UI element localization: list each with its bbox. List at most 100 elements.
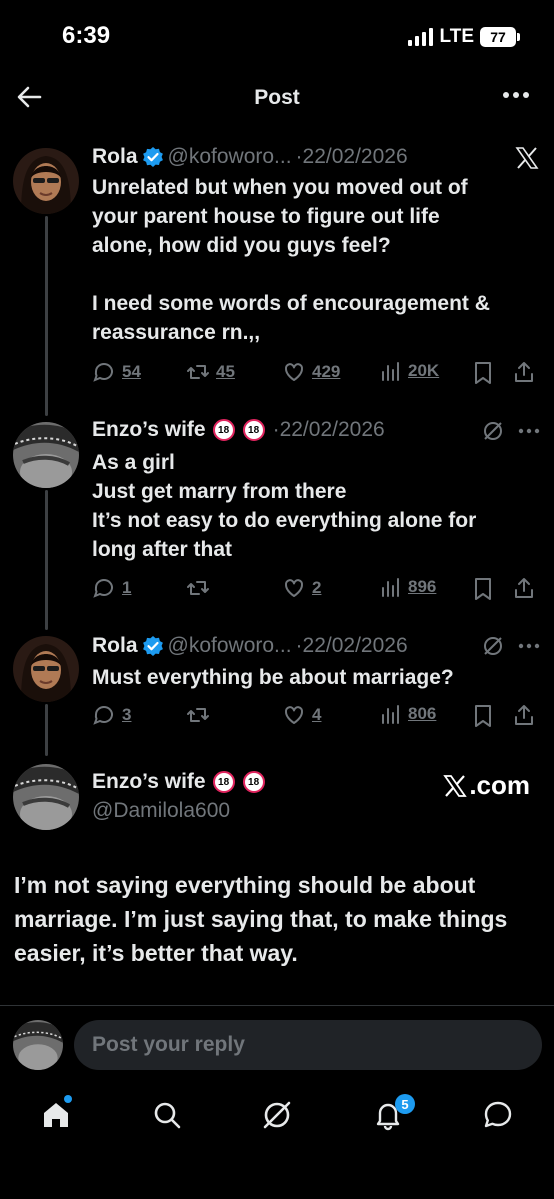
repost-button[interactable] [186, 576, 216, 600]
post-header: Rola @kofoworo... ·22/02/2026 [92, 634, 408, 658]
thread-line [45, 216, 48, 416]
like-count: 429 [312, 362, 341, 381]
messages-icon[interactable] [482, 1099, 514, 1131]
avatar[interactable] [13, 636, 79, 702]
share-icon[interactable] [512, 576, 536, 600]
reply-count: 3 [122, 705, 132, 724]
thread-line [45, 490, 48, 630]
post-header: Rola @kofoworo... ·22/02/2026 [92, 145, 408, 169]
reply-icon [93, 363, 113, 382]
views-button[interactable]: 20K [380, 360, 439, 382]
notifications-count: 5 [401, 1096, 409, 1112]
battery-icon: 77 [480, 27, 520, 47]
reply-placeholder: Post your reply [92, 1033, 245, 1056]
heart-icon [284, 363, 304, 381]
thread-line [45, 704, 48, 756]
more-options-icon[interactable] [502, 90, 530, 100]
age-18-badge-icon: 18 [242, 419, 265, 441]
views-count: 896 [408, 577, 437, 596]
post-date: ·22/02/2026 [272, 418, 385, 441]
post-header: Enzo’s wife 18 18 ·22/02/2026 [92, 418, 385, 442]
avatar[interactable] [13, 764, 79, 830]
author-name[interactable]: Enzo’s wife [92, 770, 206, 794]
page-title: Post [254, 86, 300, 109]
main-post-header: Enzo’s wife 18 18 [92, 770, 265, 794]
views-count: 20K [408, 361, 440, 380]
share-icon[interactable] [512, 703, 536, 727]
reply-count: 54 [122, 362, 141, 381]
main-post-text: I’m not saying everything should be abou… [14, 872, 508, 966]
avatar [13, 1020, 63, 1070]
reply-icon [93, 579, 113, 598]
age-18-badge-icon: 18 [212, 419, 235, 441]
reply-icon [93, 706, 113, 725]
network-label: LTE [439, 26, 474, 47]
author-name[interactable]: Rola [92, 145, 138, 169]
reply-input[interactable]: Post your reply [74, 1020, 542, 1070]
x-logo-icon [515, 147, 539, 169]
more-options-icon[interactable] [518, 428, 540, 434]
heart-icon [284, 706, 304, 724]
author-name[interactable]: Rola [92, 634, 138, 658]
post-text: Unrelated but when you moved out of your… [92, 176, 490, 344]
repost-button[interactable]: 45 [186, 360, 235, 384]
post-actions: 1 2 896 [92, 576, 542, 602]
views-icon [382, 578, 399, 597]
notifications-badge: 5 [395, 1094, 415, 1114]
grok-icon[interactable] [261, 1099, 293, 1131]
author-name[interactable]: Enzo’s wife [92, 418, 206, 442]
post-date: ·22/02/2026 [295, 634, 408, 657]
repost-count: 45 [216, 362, 235, 381]
avatar[interactable] [13, 148, 79, 214]
search-icon[interactable] [151, 1099, 183, 1131]
views-icon [382, 362, 399, 381]
post-actions: 54 45 429 20K [92, 360, 542, 386]
repost-icon [187, 708, 209, 722]
grok-icon[interactable] [482, 420, 504, 442]
like-button[interactable]: 4 [282, 703, 321, 727]
repost-icon [187, 581, 209, 595]
age-18-badge-icon: 18 [242, 771, 265, 793]
home-notification-dot [64, 1095, 72, 1103]
reply-button[interactable]: 3 [92, 703, 131, 727]
age-18-badge-icon: 18 [212, 771, 235, 793]
verified-badge-icon [142, 636, 163, 656]
share-icon[interactable] [512, 360, 536, 384]
avatar[interactable] [13, 422, 79, 488]
heart-icon [284, 579, 304, 597]
like-button[interactable]: 2 [282, 576, 321, 600]
views-button[interactable]: 896 [380, 576, 436, 598]
x-logo-icon [443, 774, 468, 797]
bookmark-icon[interactable] [472, 704, 494, 728]
like-button[interactable]: 429 [282, 360, 340, 384]
bookmark-icon[interactable] [472, 361, 494, 385]
views-button[interactable]: 806 [380, 703, 436, 725]
like-count: 2 [312, 578, 322, 597]
post-text: Must everything be about marriage? [92, 666, 454, 689]
repost-button[interactable] [186, 703, 216, 727]
post-actions: 3 4 806 [92, 703, 542, 729]
bookmark-icon[interactable] [472, 577, 494, 601]
post-date: ·22/02/2026 [295, 145, 408, 168]
xcom-watermark: .com [443, 770, 530, 801]
signal-icon [407, 28, 433, 46]
repost-icon [187, 365, 209, 379]
grok-icon[interactable] [482, 635, 504, 657]
status-time: 6:39 [62, 22, 111, 49]
post-text: As a girl Just get marry from there It’s… [92, 451, 477, 561]
verified-badge-icon [142, 147, 163, 167]
author-handle[interactable]: @Damilola600 [92, 799, 230, 823]
battery-level: 77 [490, 29, 506, 45]
watermark-text: .com [469, 770, 530, 800]
reply-count: 1 [122, 578, 132, 597]
divider [0, 1005, 554, 1006]
reply-button[interactable]: 1 [92, 576, 131, 600]
author-handle[interactable]: @kofoworo... [168, 145, 292, 169]
like-count: 4 [312, 705, 322, 724]
more-options-icon[interactable] [518, 643, 540, 649]
author-handle[interactable]: @kofoworo... [168, 634, 292, 658]
views-count: 806 [408, 704, 437, 723]
reply-button[interactable]: 54 [92, 360, 141, 384]
home-icon[interactable] [40, 1099, 72, 1131]
status-indicators: LTE 77 [407, 26, 520, 48]
